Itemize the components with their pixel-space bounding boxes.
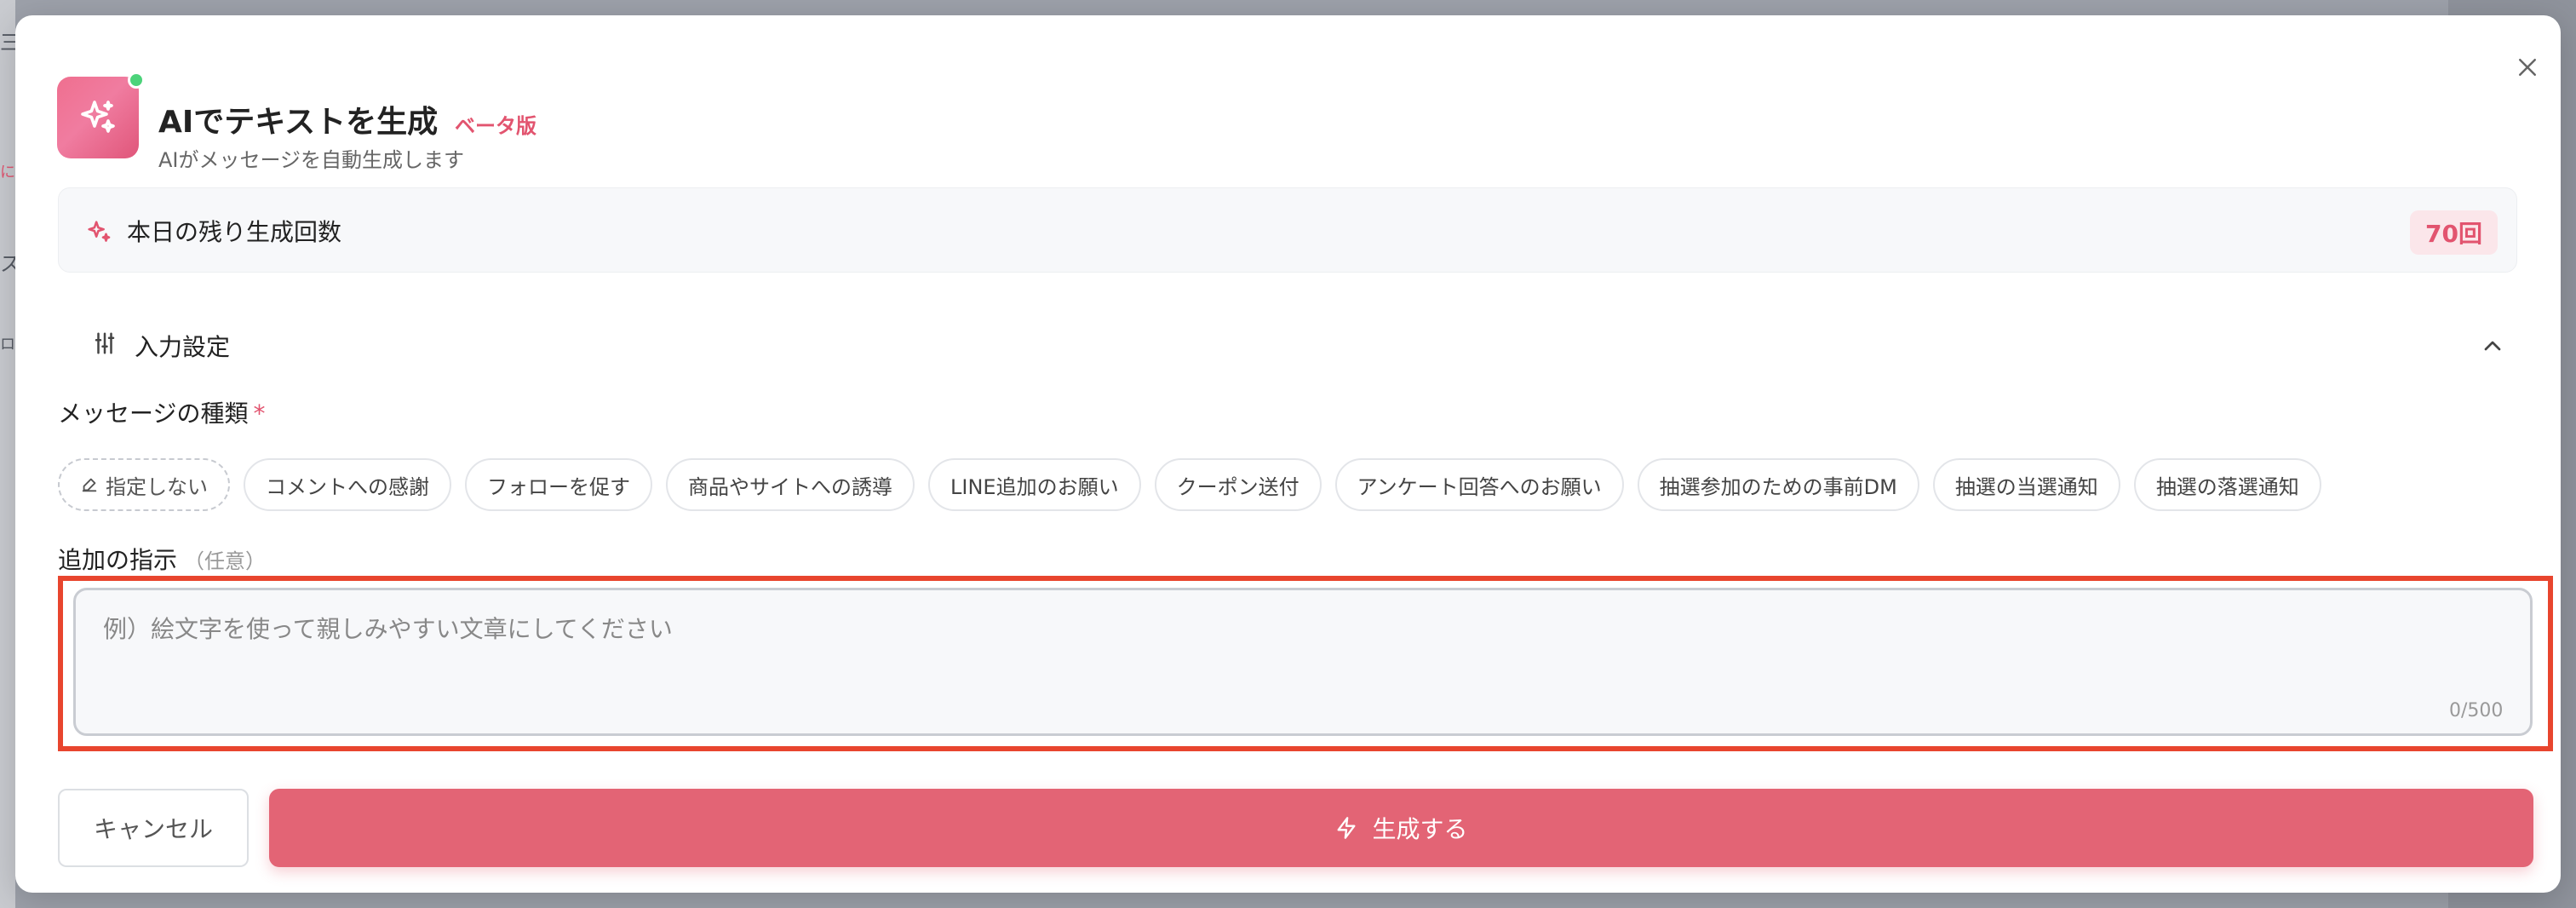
background-panel-left: 三 に ス ロ xyxy=(0,0,20,908)
quota-label: 本日の残り生成回数 xyxy=(127,218,342,246)
beta-badge: ベータ版 xyxy=(455,114,536,138)
chip-label: LINE追加のお願い xyxy=(950,474,1119,499)
chip-product-site-guide[interactable]: 商品やサイトへの誘導 xyxy=(666,458,915,511)
chip-unspecified[interactable]: 指定しない xyxy=(58,458,230,511)
chip-lottery-pre-dm[interactable]: 抽選参加のための事前DM xyxy=(1637,458,1919,511)
chip-follow-prompt[interactable]: フォローを促す xyxy=(465,458,652,511)
chip-lottery-lose[interactable]: 抽選の落選通知 xyxy=(2133,458,2321,511)
cancel-button[interactable]: キャンセル xyxy=(58,789,249,867)
character-counter: 0/500 xyxy=(2449,700,2504,721)
remaining-quota-panel: 本日の残り生成回数 70回 xyxy=(58,187,2517,273)
optional-mark: （任意） xyxy=(184,549,267,573)
quota-count-badge: 70回 xyxy=(2410,210,2498,255)
dialog-title: AIでテキストを生成 xyxy=(158,105,439,140)
generate-button[interactable]: 生成する xyxy=(269,789,2533,867)
chip-label: 商品やサイトへの誘導 xyxy=(688,474,892,499)
chip-line-add-request[interactable]: LINE追加のお願い xyxy=(928,458,1141,511)
message-type-options: 指定しない コメントへの感謝 フォローを促す 商品やサイトへの誘導 LINE追加… xyxy=(58,458,2321,511)
chip-coupon-send[interactable]: クーポン送付 xyxy=(1154,458,1322,511)
chip-label: コメントへの感謝 xyxy=(266,474,429,499)
sparkle-icon xyxy=(88,221,111,242)
generate-button-label: 生成する xyxy=(1372,815,1468,843)
message-type-label-text: メッセージの種類 xyxy=(58,399,249,428)
close-icon[interactable] xyxy=(2515,55,2540,80)
required-mark: * xyxy=(253,399,266,428)
chip-label: 抽選の当選通知 xyxy=(1954,474,2098,499)
chip-lottery-win[interactable]: 抽選の当選通知 xyxy=(1932,458,2120,511)
chip-label: クーポン送付 xyxy=(1176,474,1299,499)
chip-label: アンケート回答へのお願い xyxy=(1357,474,1602,499)
ai-text-dialog: AIでテキストを生成 ベータ版 AIがメッセージを自動生成します 本日の残り生成… xyxy=(15,15,2561,893)
dialog-subtitle: AIがメッセージを自動生成します xyxy=(158,148,465,172)
close-button[interactable] xyxy=(2506,46,2549,89)
sliders-icon xyxy=(95,332,115,354)
chevron-up-icon[interactable] xyxy=(2479,332,2506,359)
chip-label: フォローを促す xyxy=(487,474,630,499)
edit-icon xyxy=(82,478,97,492)
additional-instructions-label-text: 追加の指示 xyxy=(58,546,178,574)
background-text: ロ xyxy=(0,336,15,353)
additional-instructions-label: 追加の指示 （任意） xyxy=(58,542,266,576)
chip-survey-request[interactable]: アンケート回答へのお願い xyxy=(1334,458,1624,511)
chip-comment-thanks[interactable]: コメントへの感謝 xyxy=(244,458,451,511)
chip-label: 抽選の落選通知 xyxy=(2155,474,2299,499)
chip-label: 指定しない xyxy=(106,474,208,499)
chip-label: 抽選参加のための事前DM xyxy=(1659,474,1897,499)
ai-sparkle-app-icon xyxy=(57,77,139,158)
background-text: に xyxy=(0,164,15,181)
sparkles-icon xyxy=(81,101,115,133)
additional-instructions-input[interactable] xyxy=(73,588,2533,736)
online-status-dot xyxy=(128,72,145,89)
input-settings-label: 入力設定 xyxy=(135,333,231,361)
message-type-label: メッセージの種類 * xyxy=(58,395,265,429)
lightning-icon xyxy=(1337,817,1356,839)
input-settings-header[interactable]: 入力設定 xyxy=(58,313,2517,375)
